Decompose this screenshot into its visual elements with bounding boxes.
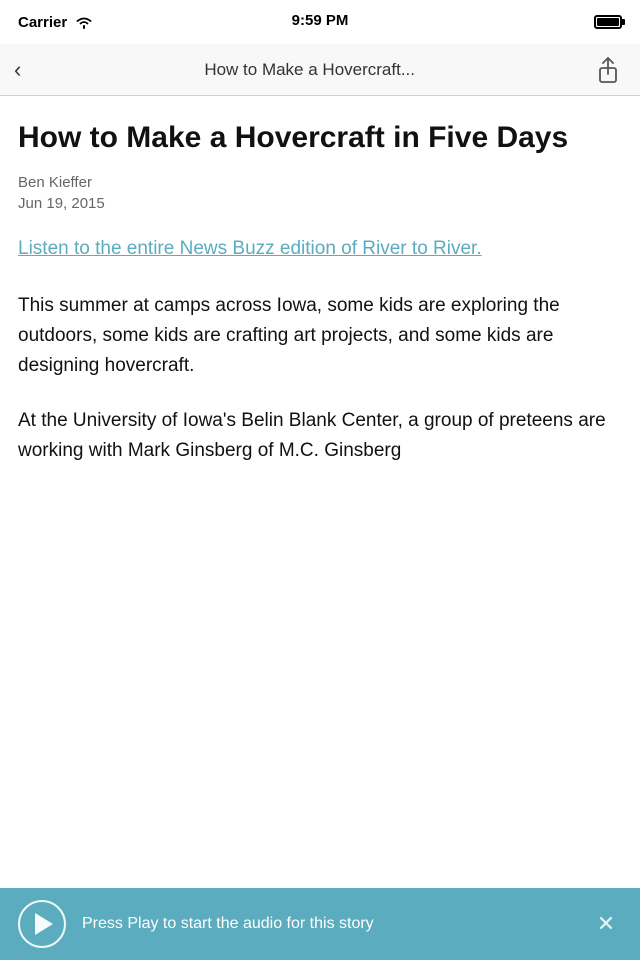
nav-title: How to Make a Hovercraft...: [39, 60, 580, 80]
status-bar: Carrier 9:59 PM: [0, 0, 640, 44]
close-icon: ✕: [597, 913, 615, 935]
back-button[interactable]: ‹: [14, 53, 29, 87]
status-time: 9:59 PM: [292, 12, 349, 29]
share-button[interactable]: [590, 52, 626, 88]
article-paragraph-2: At the University of Iowa's Belin Blank …: [18, 406, 622, 467]
battery-icon: [594, 15, 622, 29]
article-body: This summer at camps across Iowa, some k…: [18, 291, 622, 467]
share-icon: [597, 56, 619, 84]
nav-bar: ‹ How to Make a Hovercraft...: [0, 44, 640, 96]
status-left: Carrier: [18, 14, 93, 31]
article-author: Ben Kieffer: [18, 174, 622, 191]
status-right: [594, 15, 622, 29]
audio-message: Press Play to start the audio for this s…: [82, 914, 574, 935]
article-date: Jun 19, 2015: [18, 195, 622, 212]
close-audio-button[interactable]: ✕: [590, 908, 622, 940]
article-content: How to Make a Hovercraft in Five Days Be…: [0, 96, 640, 888]
article-link-wrapper[interactable]: Listen to the entire News Buzz edition o…: [18, 236, 622, 263]
article-link[interactable]: Listen to the entire News Buzz edition o…: [18, 238, 482, 259]
wifi-icon: [75, 15, 93, 29]
play-icon: [35, 913, 53, 935]
article-paragraph-1: This summer at camps across Iowa, some k…: [18, 291, 622, 382]
article-title: How to Make a Hovercraft in Five Days: [18, 120, 622, 156]
audio-bar: Press Play to start the audio for this s…: [0, 888, 640, 960]
play-button[interactable]: [18, 900, 66, 948]
carrier-label: Carrier: [18, 14, 67, 31]
